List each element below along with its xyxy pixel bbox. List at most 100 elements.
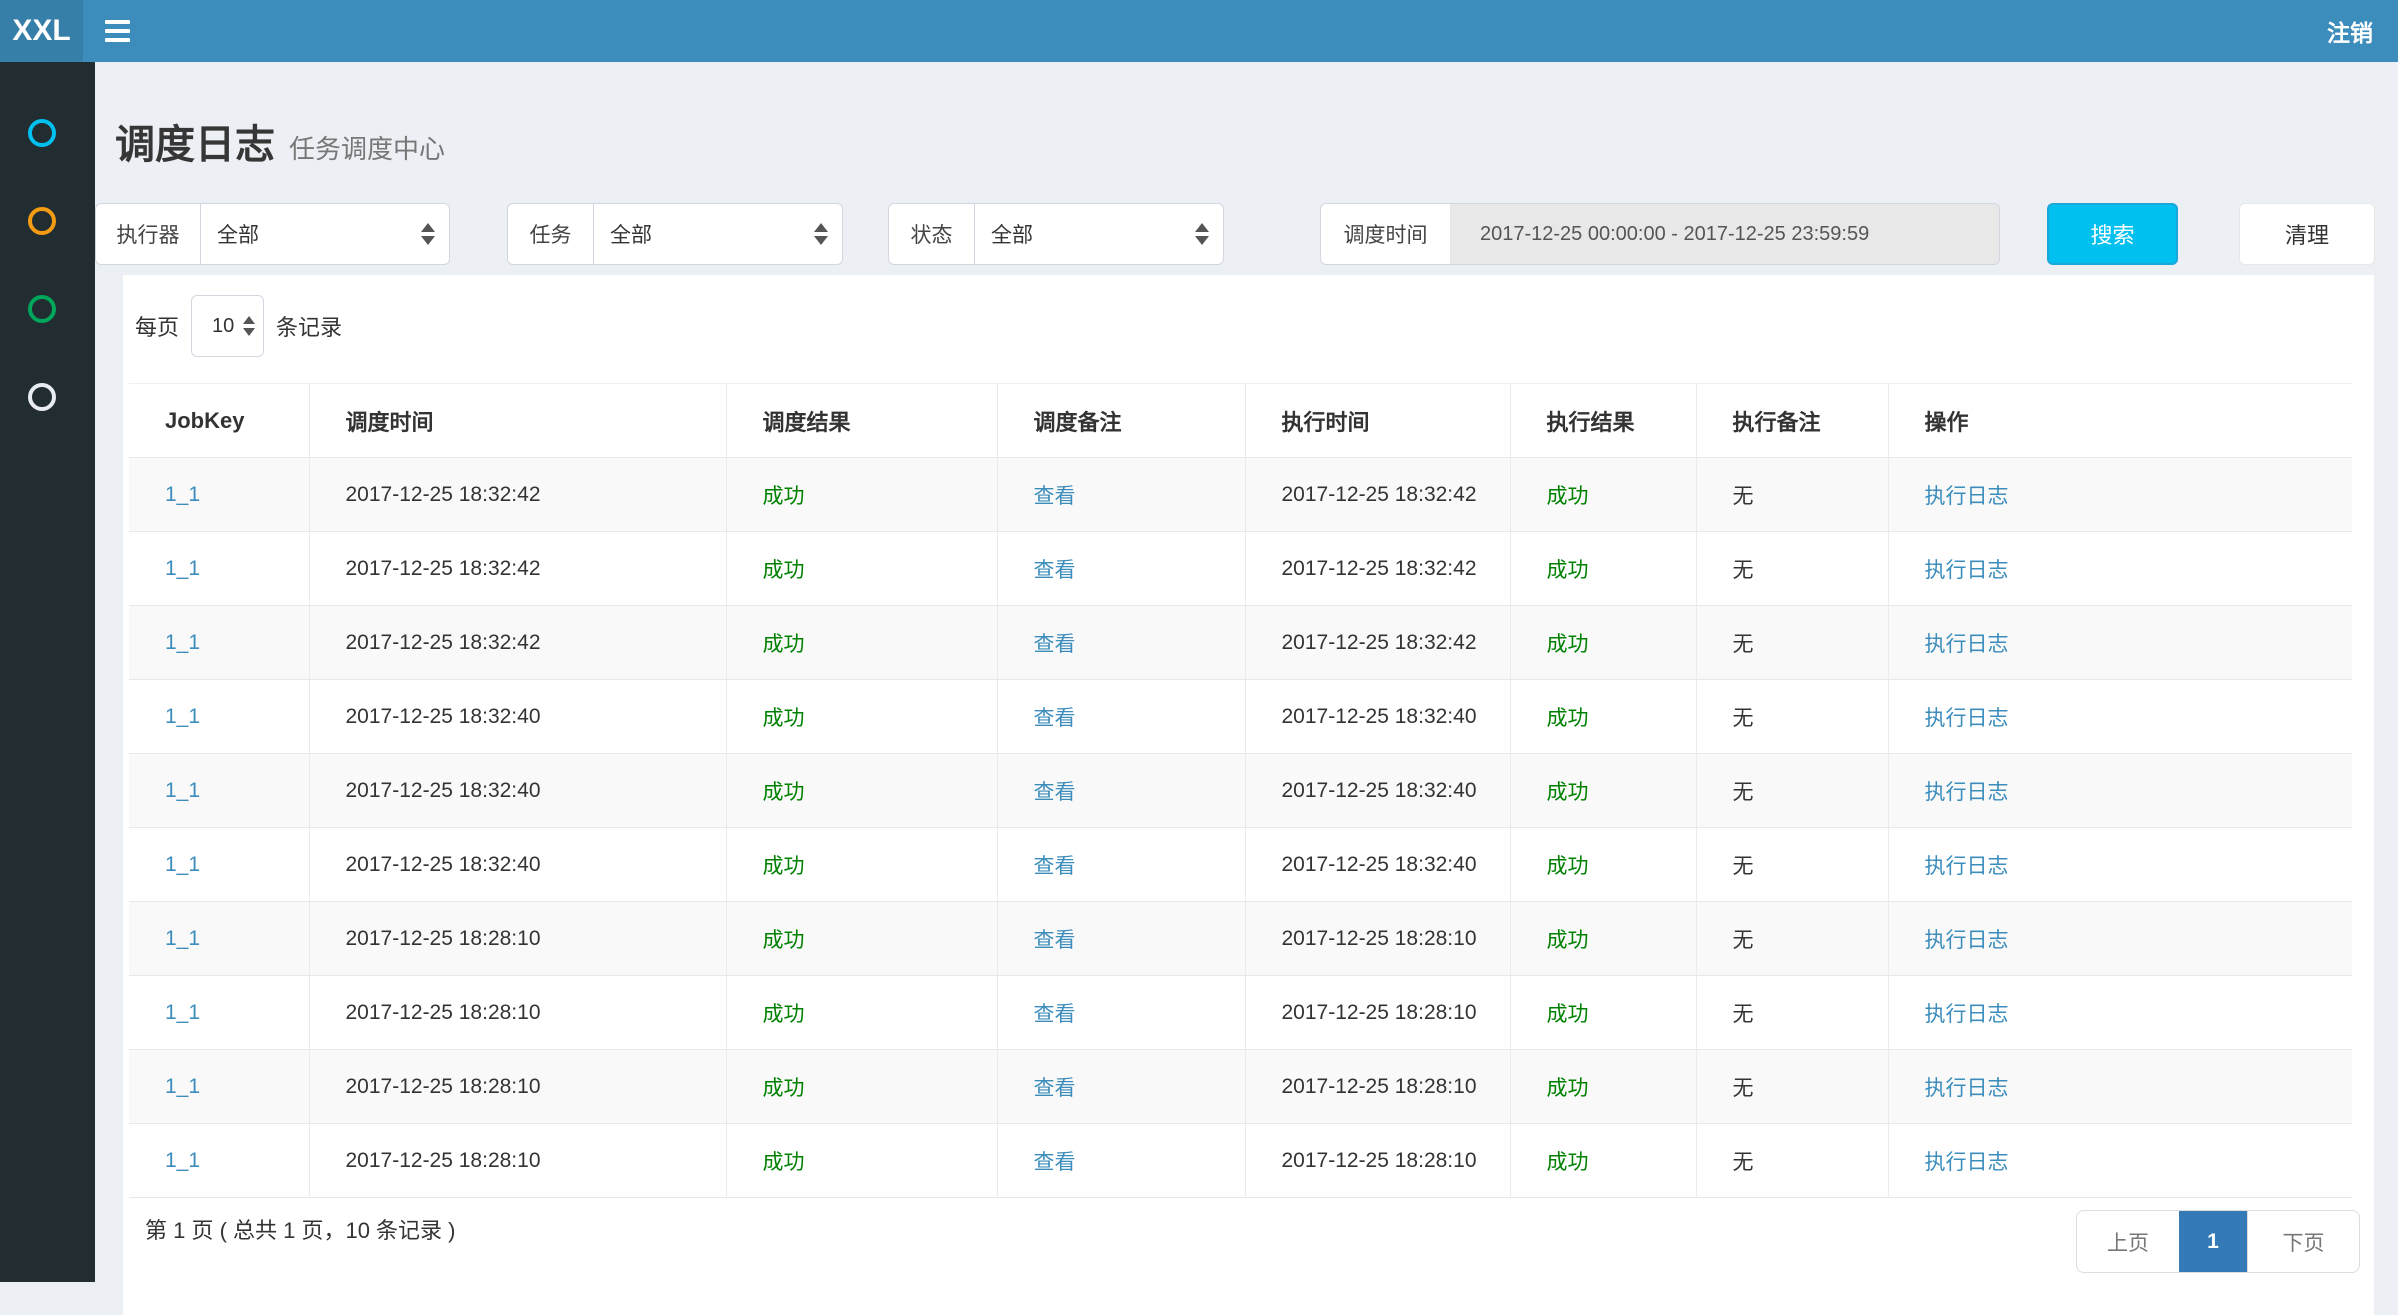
column-header-trigger-result: 调度结果 <box>726 384 997 458</box>
trigger-result-cell: 成功 <box>726 458 997 532</box>
view-remark-link[interactable]: 查看 <box>1034 1003 1076 1026</box>
exec-log-link[interactable]: 执行日志 <box>1925 1077 2009 1100</box>
sidebar-toggle-button[interactable] <box>105 0 155 62</box>
status-select[interactable]: 全部 <box>974 203 1224 265</box>
trigger-time-range-input[interactable]: 2017-12-25 00:00:00 - 2017-12-25 23:59:5… <box>1450 203 2000 265</box>
action-cell: 执行日志 <box>1888 902 2352 976</box>
exec-log-link[interactable]: 执行日志 <box>1925 559 2009 582</box>
sidebar-item-1[interactable] <box>0 89 95 177</box>
view-remark-link[interactable]: 查看 <box>1034 559 1076 582</box>
view-remark-link[interactable]: 查看 <box>1034 781 1076 804</box>
handle-result-text: 成功 <box>1547 855 1589 878</box>
jobkey-link[interactable]: 1_1 <box>165 631 200 654</box>
handle-time-cell: 2017-12-25 18:28:10 <box>1245 1124 1510 1198</box>
trigger-result-cell: 成功 <box>726 1050 997 1124</box>
page-subtitle: 任务调度中心 <box>289 129 445 166</box>
hamburger-icon <box>105 29 130 33</box>
filter-bar: 执行器 全部 任务 全部 状态 全部 调度时间 2017-12-25 00:00… <box>95 203 2398 265</box>
jobkey-link[interactable]: 1_1 <box>165 927 200 950</box>
jobkey-cell: 1_1 <box>129 754 309 828</box>
jobkey-link[interactable]: 1_1 <box>165 779 200 802</box>
handle-result-text: 成功 <box>1547 929 1589 952</box>
exec-log-link[interactable]: 执行日志 <box>1925 929 2009 952</box>
trigger-remark-cell: 查看 <box>997 828 1245 902</box>
trigger-time-filter-label: 调度时间 <box>1320 203 1450 265</box>
per-page-control: 每页 10 条记录 <box>135 295 342 357</box>
trigger-result-cell: 成功 <box>726 606 997 680</box>
table-row: 1_1 2017-12-25 18:28:10 成功 查看 2017-12-25… <box>129 976 2352 1050</box>
jobkey-link[interactable]: 1_1 <box>165 1001 200 1024</box>
hamburger-icon <box>105 20 130 24</box>
executor-select[interactable]: 全部 <box>200 203 450 265</box>
trigger-remark-cell: 查看 <box>997 976 1245 1050</box>
view-remark-link[interactable]: 查看 <box>1034 929 1076 952</box>
select-arrows-icon <box>814 223 828 245</box>
handle-remark-cell: 无 <box>1696 976 1888 1050</box>
action-cell: 执行日志 <box>1888 1050 2352 1124</box>
exec-log-link[interactable]: 执行日志 <box>1925 781 2009 804</box>
action-cell: 执行日志 <box>1888 680 2352 754</box>
view-remark-link[interactable]: 查看 <box>1034 707 1076 730</box>
exec-log-link[interactable]: 执行日志 <box>1925 633 2009 656</box>
sidebar-item-3[interactable] <box>0 265 95 353</box>
trigger-result-cell: 成功 <box>726 754 997 828</box>
trigger-time-cell: 2017-12-25 18:28:10 <box>309 1124 726 1198</box>
job-filter-group: 任务 全部 <box>507 203 843 265</box>
prev-page-button[interactable]: 上页 <box>2077 1211 2179 1272</box>
handle-time-cell: 2017-12-25 18:32:40 <box>1245 680 1510 754</box>
job-select-value: 全部 <box>610 219 814 249</box>
per-page-prefix-label: 每页 <box>135 310 179 342</box>
trigger-remark-cell: 查看 <box>997 606 1245 680</box>
jobkey-link[interactable]: 1_1 <box>165 483 200 506</box>
handle-remark-cell: 无 <box>1696 754 1888 828</box>
handle-time-cell: 2017-12-25 18:28:10 <box>1245 902 1510 976</box>
jobkey-link[interactable]: 1_1 <box>165 853 200 876</box>
current-page-button[interactable]: 1 <box>2179 1211 2247 1272</box>
jobkey-link[interactable]: 1_1 <box>165 1075 200 1098</box>
exec-log-link[interactable]: 执行日志 <box>1925 855 2009 878</box>
exec-log-link[interactable]: 执行日志 <box>1925 1003 2009 1026</box>
handle-result-cell: 成功 <box>1510 828 1696 902</box>
table-row: 1_1 2017-12-25 18:28:10 成功 查看 2017-12-25… <box>129 902 2352 976</box>
sidebar-item-2[interactable] <box>0 177 95 265</box>
handle-remark-cell: 无 <box>1696 828 1888 902</box>
jobkey-link[interactable]: 1_1 <box>165 1149 200 1172</box>
handle-result-cell: 成功 <box>1510 680 1696 754</box>
handle-result-text: 成功 <box>1547 633 1589 656</box>
logout-button[interactable]: 注销 <box>2327 0 2373 62</box>
handle-result-text: 成功 <box>1547 707 1589 730</box>
table-row: 1_1 2017-12-25 18:28:10 成功 查看 2017-12-25… <box>129 1124 2352 1198</box>
exec-log-link[interactable]: 执行日志 <box>1925 707 2009 730</box>
trigger-remark-cell: 查看 <box>997 754 1245 828</box>
trigger-remark-cell: 查看 <box>997 532 1245 606</box>
jobkey-link[interactable]: 1_1 <box>165 705 200 728</box>
view-remark-link[interactable]: 查看 <box>1034 1151 1076 1174</box>
job-filter-label: 任务 <box>507 203 593 265</box>
handle-result-text: 成功 <box>1547 1151 1589 1174</box>
view-remark-link[interactable]: 查看 <box>1034 1077 1076 1100</box>
view-remark-link[interactable]: 查看 <box>1034 855 1076 878</box>
per-page-suffix-label: 条记录 <box>276 310 342 342</box>
search-button[interactable]: 搜索 <box>2047 203 2178 265</box>
exec-log-link[interactable]: 执行日志 <box>1925 485 2009 508</box>
clean-button[interactable]: 清理 <box>2239 203 2375 265</box>
jobkey-link[interactable]: 1_1 <box>165 557 200 580</box>
handle-time-cell: 2017-12-25 18:32:40 <box>1245 754 1510 828</box>
view-remark-link[interactable]: 查看 <box>1034 633 1076 656</box>
sidebar-item-4[interactable] <box>0 353 95 441</box>
select-arrows-icon <box>1195 223 1209 245</box>
next-page-button[interactable]: 下页 <box>2247 1211 2359 1272</box>
action-cell: 执行日志 <box>1888 976 2352 1050</box>
jobkey-cell: 1_1 <box>129 680 309 754</box>
exec-log-link[interactable]: 执行日志 <box>1925 1151 2009 1174</box>
app-logo[interactable]: XXL <box>0 0 83 62</box>
per-page-select[interactable]: 10 <box>191 295 264 357</box>
trigger-result-text: 成功 <box>763 633 805 656</box>
table-row: 1_1 2017-12-25 18:32:42 成功 查看 2017-12-25… <box>129 606 2352 680</box>
select-arrows-icon <box>243 316 255 336</box>
handle-result-text: 成功 <box>1547 1077 1589 1100</box>
handle-result-cell: 成功 <box>1510 458 1696 532</box>
trigger-result-text: 成功 <box>763 485 805 508</box>
job-select[interactable]: 全部 <box>593 203 843 265</box>
view-remark-link[interactable]: 查看 <box>1034 485 1076 508</box>
